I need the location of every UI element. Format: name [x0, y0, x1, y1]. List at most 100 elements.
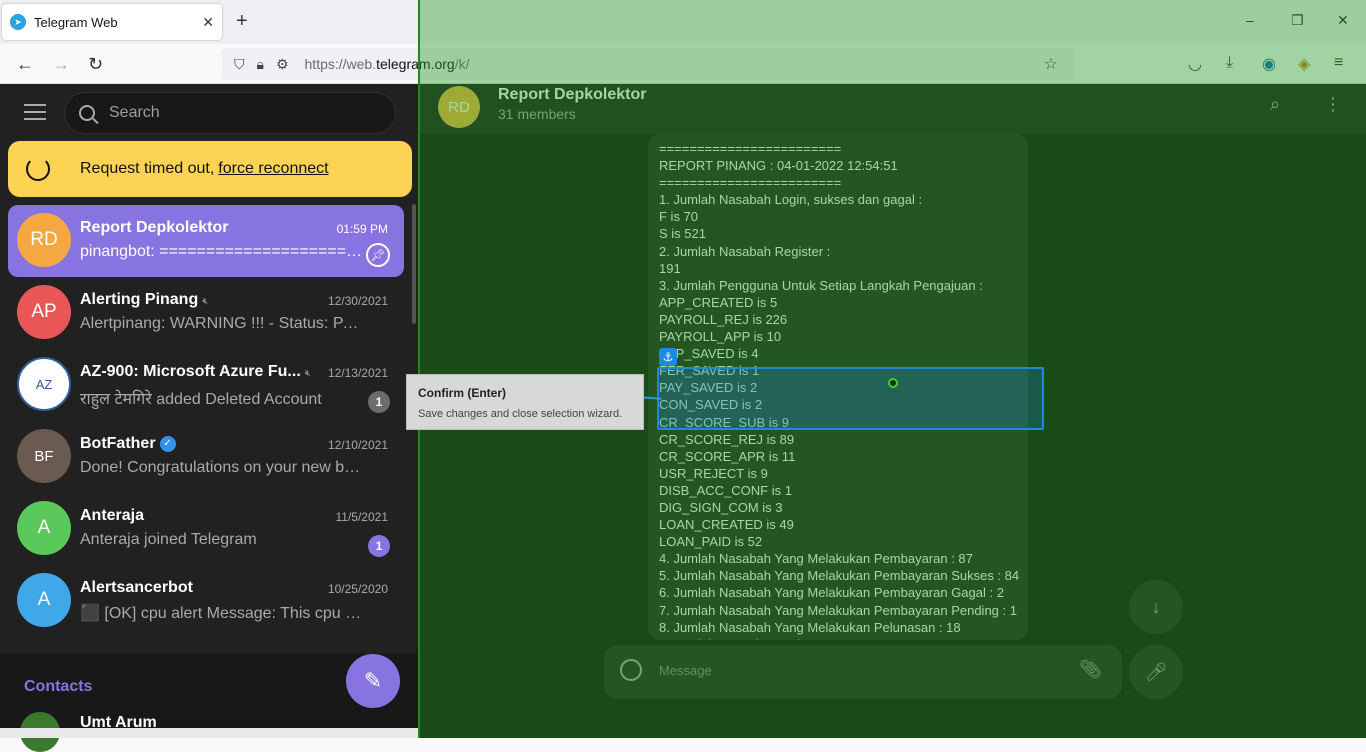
telegram-icon: ➤	[10, 14, 26, 30]
message-line: REPORT PINANG : 04-01-2022 12:54:51	[659, 158, 898, 174]
lock-icon[interactable]: 🔒︎	[257, 56, 264, 73]
bookmark-star-icon[interactable]: ☆	[1044, 54, 1058, 74]
chat-preview: pinangbot: ======================...	[80, 243, 365, 260]
chat-name: BotFather ✓	[80, 435, 176, 453]
tab-bar: ➤ Telegram Web ✕ + – ❐ ✕	[0, 0, 1366, 44]
chat-item-anteraja[interactable]: A Anteraja 11/5/2021 Anteraja joined Tel…	[8, 493, 404, 565]
download-icon[interactable]: ⤓	[1226, 54, 1233, 72]
avatar: A	[17, 501, 71, 555]
microphone-icon[interactable]: 🎤︎	[1129, 645, 1183, 699]
message-line: DISB_ACC_CONF is 1	[659, 482, 792, 498]
message-line: 5. Jumlah Nasabah Yang Melakukan Pembaya…	[659, 568, 1020, 584]
horizontal-scrollbar[interactable]	[0, 728, 418, 738]
chat-name: Report Depkolektor	[80, 219, 229, 236]
message-line: 4. Jumlah Nasabah Yang Melakukan Pembaya…	[659, 551, 973, 567]
chat-item-alertsancerbot[interactable]: A Alertsancerbot 10/25/2020 ⬛ [OK] cpu a…	[8, 565, 404, 637]
banner-text: Request timed out,	[80, 160, 215, 177]
emoji-icon[interactable]	[620, 659, 642, 681]
chat-header[interactable]: RD Report Depkolektor 31 members ⌕ ⋮	[418, 84, 1366, 134]
message-line: 3. Jumlah Pengguna Untuk Setiap Langkah …	[659, 277, 983, 293]
chat-list-pane: Search Request timed out, force reconnec…	[0, 84, 418, 752]
password-manager-icon[interactable]: ◉	[1262, 54, 1276, 74]
selection-handle[interactable]	[888, 378, 898, 388]
close-window-button[interactable]: ✕	[1337, 12, 1349, 29]
loading-spinner-icon	[26, 157, 50, 181]
chat-date: 12/30/2021	[327, 294, 388, 308]
avatar: A	[17, 573, 71, 627]
chat-item-alerting-pinang[interactable]: AP Alerting Pinang 🔇︎ 12/30/2021 Alertpin…	[8, 277, 404, 349]
muted-icon: 🔇︎	[304, 368, 312, 379]
message-line: CR_SCORE_APR is 11	[659, 448, 796, 464]
chat-date: 01:59 PM	[336, 222, 388, 236]
back-icon[interactable]: ←	[16, 54, 34, 75]
verified-icon: ✓	[159, 435, 176, 452]
tab-close-button[interactable]: ✕	[202, 14, 214, 31]
url-text[interactable]: https://web.telegram.org/k/	[305, 56, 470, 72]
menu-icon[interactable]: ≡	[1334, 54, 1343, 72]
permissions-icon[interactable]: ⚙	[276, 56, 289, 73]
message-line: 1. Jumlah Nasabah Login, sukses dan gaga…	[659, 192, 923, 208]
chat-preview: Done! Congratulations on your new bot. Y…	[80, 459, 365, 476]
message-line: 9. Jumlah Pencairan Sukses : 40	[659, 636, 1017, 640]
hamburger-menu-icon[interactable]	[24, 104, 46, 120]
message-input[interactable]: Message	[659, 663, 712, 678]
search-placeholder: Search	[109, 104, 160, 121]
browser-window: ➤ Telegram Web ✕ + – ❐ ✕ ← → ↻ ⛉ 🔒︎ ⚙ ht…	[0, 0, 1366, 752]
forward-icon[interactable]: →	[52, 54, 70, 75]
nav-bar: ← → ↻ ⛉ 🔒︎ ⚙ https://web.telegram.org/k/…	[0, 44, 1366, 84]
chat-item-report-depkolektor[interactable]: RD Report Depkolektor 01:59 PM pinangbot…	[8, 205, 404, 277]
search-input[interactable]: Search	[64, 92, 396, 134]
message-line: 191	[659, 260, 681, 276]
selection-box[interactable]	[657, 367, 1044, 430]
chat-preview: ⬛ [OK] cpu alert Message: This cpu usa..…	[80, 605, 365, 622]
unread-badge: 1	[368, 535, 390, 557]
message-line: 8. Jumlah Nasabah Yang Melakukan Pelunas…	[659, 619, 961, 635]
member-count: 31 members	[498, 106, 576, 122]
pocket-icon[interactable]: ◡	[1188, 54, 1202, 74]
chat-list-scrollbar[interactable]	[412, 204, 416, 324]
chat-item-az-900[interactable]: AZ AZ-900: Microsoft Azure Fu... 🔇︎ 12/13…	[8, 349, 404, 421]
message-line: ========================	[659, 141, 842, 156]
message-line: LOAN_CREATED is 49	[659, 517, 794, 533]
message-line: 7. Jumlah Nasabah Yang Melakukan Pembaya…	[659, 602, 1017, 618]
message-line: APP_CREATED is 5	[659, 294, 778, 310]
tooltip-title: Confirm (Enter)	[418, 386, 506, 400]
extension-icon[interactable]: ◈	[1298, 54, 1310, 74]
minimize-button[interactable]: –	[1246, 12, 1254, 28]
url-bar[interactable]: ⛉ 🔒︎ ⚙ https://web.telegram.org/k/ ☆	[222, 48, 1074, 80]
message-line: ========================	[659, 175, 842, 191]
azure-badge-avatar: AZ	[17, 357, 71, 411]
message-line: LOAN_PAID is 52	[659, 534, 763, 550]
avatar: RD	[438, 86, 480, 128]
chat-name: Anteraja	[80, 507, 145, 524]
more-options-icon[interactable]: ⋮	[1324, 94, 1342, 115]
search-icon[interactable]: ⌕	[1270, 94, 1280, 115]
shield-icon[interactable]: ⛉	[234, 56, 245, 73]
message-line: KTP_SAVED is 4	[659, 346, 759, 362]
chat-preview: राहुल टेमगिरे added Deleted Account	[80, 391, 322, 408]
chat-date: 10/25/2020	[327, 582, 388, 596]
force-reconnect-link[interactable]: force reconnect	[218, 160, 328, 178]
message-composer[interactable]: Message 📎︎	[604, 645, 1122, 699]
restore-button[interactable]: ❐	[1291, 12, 1304, 29]
confirm-tooltip[interactable]: Confirm (Enter) Save changes and close s…	[406, 374, 644, 430]
connection-banner: Request timed out, force reconnect	[8, 141, 412, 197]
reload-icon[interactable]: ↻	[88, 54, 103, 75]
search-icon	[79, 105, 95, 121]
scroll-down-icon[interactable]: ↓	[1129, 580, 1183, 634]
chat-date: 11/5/2021	[335, 510, 389, 524]
tab-telegram[interactable]: ➤ Telegram Web ✕	[2, 4, 222, 40]
new-tab-button[interactable]: +	[236, 10, 248, 33]
message-line: 6. Jumlah Nasabah Yang Melakukan Pembaya…	[659, 585, 1004, 601]
new-message-pencil-icon[interactable]: ✎	[346, 654, 400, 708]
message-line: S is 521	[659, 226, 706, 242]
chat-name: Alertsancerbot	[80, 579, 193, 596]
chat-item-botfather[interactable]: BF BotFather ✓ 12/10/2021 Done! Congratul…	[8, 421, 404, 493]
message-line: CR_SCORE_REJ is 89	[659, 431, 795, 447]
tab-title: Telegram Web	[34, 14, 118, 30]
anchor-icon[interactable]: ⚓	[659, 348, 677, 366]
message-line: PAYROLL_REJ is 226	[659, 311, 788, 327]
attach-icon[interactable]: 📎︎	[1079, 659, 1102, 680]
chat-preview: Alertpinang: WARNING !!! - Status: PAYRO…	[80, 315, 365, 332]
message-line: USR_REJECT is 9	[659, 465, 768, 481]
